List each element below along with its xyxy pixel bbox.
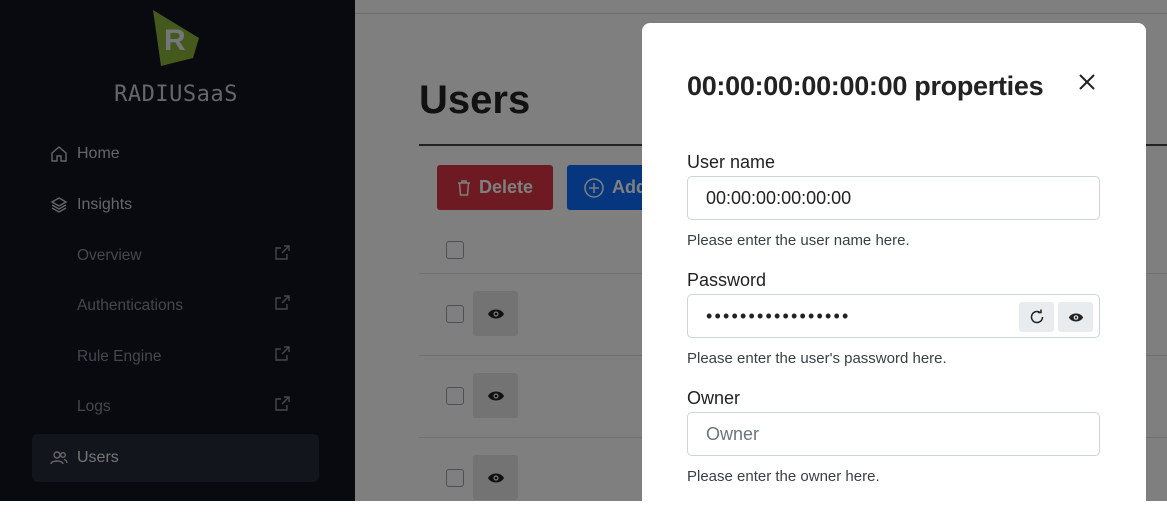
owner-input[interactable] [687, 412, 1100, 456]
regenerate-password-button[interactable] [1019, 302, 1054, 332]
eye-icon [1068, 313, 1083, 321]
username-hint: Please enter the user name here. [687, 232, 910, 249]
modal-title: 00:00:00:00:00:00 properties [687, 71, 1044, 101]
password-label: Password [687, 270, 767, 290]
password-hint: Please enter the user's password here. [687, 350, 947, 367]
show-password-button[interactable] [1058, 302, 1093, 332]
password-value: ••••••••••••••••• [706, 306, 851, 326]
owner-label: Owner [687, 388, 741, 408]
username-input[interactable] [687, 176, 1100, 220]
username-label: User name [687, 152, 776, 172]
user-properties-modal: 00:00:00:00:00:00 properties User name P… [642, 23, 1146, 513]
password-field[interactable]: ••••••••••••••••• [687, 294, 1100, 338]
refresh-icon [1030, 309, 1043, 324]
owner-hint: Please enter the owner here. [687, 468, 880, 485]
close-icon[interactable] [1076, 71, 1098, 93]
